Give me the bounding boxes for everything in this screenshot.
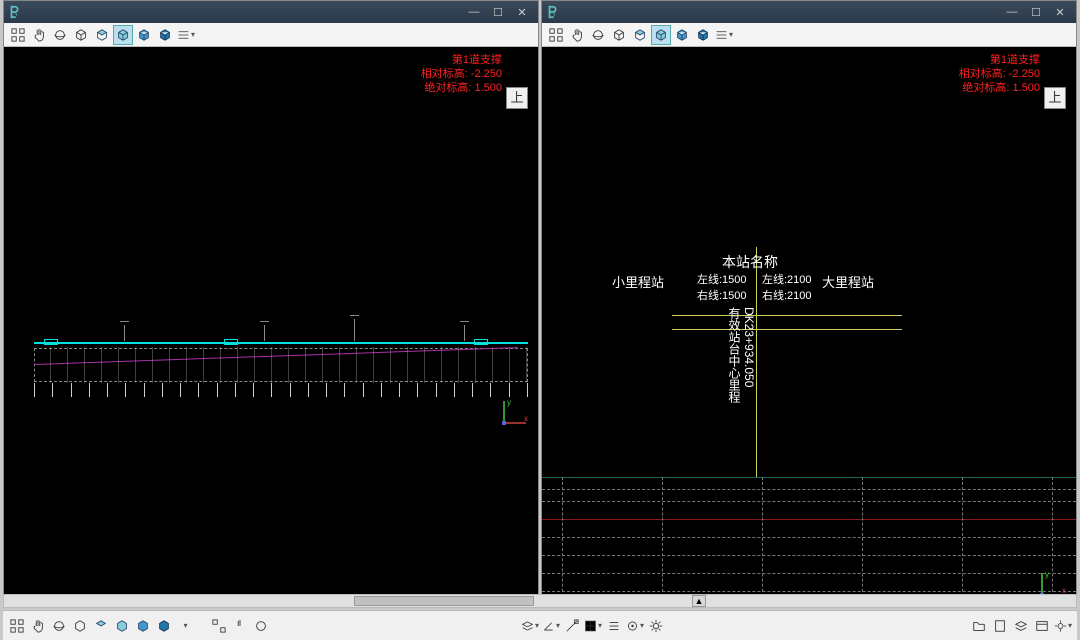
cube-front-icon[interactable] — [609, 25, 629, 45]
info-line2: 相对标高: -2.250 — [959, 67, 1040, 81]
station-name-label: 本站名称 — [722, 252, 778, 272]
snap-target-icon[interactable] — [625, 616, 645, 636]
center-mileage-label: 有效站台中心里程 — [726, 307, 743, 403]
info-line3: 绝对标高: 1.500 — [421, 81, 502, 95]
mileage-value: DK23+934.050 — [742, 307, 756, 387]
view-fit-icon[interactable] — [8, 25, 28, 45]
view-more-dropdown[interactable] — [714, 25, 734, 45]
layers-icon[interactable] — [1011, 616, 1031, 636]
sheet-icon[interactable] — [990, 616, 1010, 636]
right-viewport[interactable]: 第1道支撑 相对标高: -2.250 绝对标高: 1.500 上 本站名称 小里… — [542, 47, 1076, 607]
minimize-button[interactable]: — — [1000, 3, 1024, 21]
left-line-bot: 右线:1500 — [697, 287, 747, 303]
cube-side-icon[interactable] — [112, 616, 132, 636]
window-icon[interactable] — [1032, 616, 1052, 636]
info-line3: 绝对标高: 1.500 — [959, 81, 1040, 95]
bottom-center-tools — [520, 616, 666, 636]
snap-angle-icon[interactable] — [541, 616, 561, 636]
cube-side-icon[interactable] — [113, 25, 133, 45]
info-line1: 第1道支撑 — [959, 53, 1040, 67]
right-view-cube[interactable]: 上 — [1044, 87, 1066, 109]
left-pane: — ☐ ✕ 第1道支撑 相对标高: -2.250 绝对标高: 1.500 上 — [3, 0, 539, 608]
cube-top-icon[interactable] — [630, 25, 650, 45]
horizontal-scrollbar[interactable]: ▲ — [3, 594, 1077, 608]
pan-icon[interactable] — [28, 616, 48, 636]
cube-front-icon[interactable] — [71, 25, 91, 45]
section-ticks — [34, 383, 528, 401]
scroll-thumb[interactable] — [354, 596, 534, 606]
folder-icon[interactable] — [969, 616, 989, 636]
station-axis-vertical — [756, 247, 757, 477]
pan-icon[interactable] — [29, 25, 49, 45]
app-logo-icon — [546, 5, 560, 19]
view-more-dropdown[interactable] — [175, 616, 195, 636]
big-station-label: 大里程站 — [822, 272, 874, 291]
minimize-button[interactable]: — — [462, 3, 486, 21]
station-axis-h2 — [672, 329, 902, 330]
settings-gear-icon[interactable] — [1053, 616, 1073, 636]
snap-grid-icon[interactable] — [583, 616, 603, 636]
left-overlay-info: 第1道支撑 相对标高: -2.250 绝对标高: 1.500 — [421, 53, 502, 95]
app-logo-icon — [8, 5, 22, 19]
cube-side-icon[interactable] — [651, 25, 671, 45]
right-line-top: 左线:2100 — [762, 271, 812, 287]
orbit-icon[interactable] — [588, 25, 608, 45]
right-overlay-info: 第1道支撑 相对标高: -2.250 绝对标高: 1.500 — [959, 53, 1040, 95]
cube-solid-icon[interactable] — [154, 616, 174, 636]
left-viewport[interactable]: 第1道支撑 相对标高: -2.250 绝对标高: 1.500 上 — [4, 47, 538, 607]
left-titlebar: — ☐ ✕ — [4, 1, 538, 23]
lower-grid — [542, 477, 1076, 607]
left-toolbar — [4, 23, 538, 47]
info-line1: 第1道支撑 — [421, 53, 502, 67]
pan-icon[interactable] — [230, 616, 250, 636]
snap-layers-icon[interactable] — [520, 616, 540, 636]
view-fit-icon[interactable] — [209, 616, 229, 636]
snap-list-icon[interactable] — [604, 616, 624, 636]
right-titlebar: — ☐ ✕ — [542, 1, 1076, 23]
left-coord-axes: x y — [500, 397, 530, 427]
bottom-right-tools — [965, 616, 1077, 636]
view-more-dropdown[interactable] — [176, 25, 196, 45]
cube-top-icon[interactable] — [91, 616, 111, 636]
snap-endpoint-icon[interactable] — [562, 616, 582, 636]
svg-text:y: y — [507, 398, 511, 407]
bottom-left-tools — [3, 616, 275, 636]
view-fit-icon[interactable] — [7, 616, 27, 636]
pan-icon[interactable] — [567, 25, 587, 45]
bottom-statusbar — [3, 610, 1077, 640]
cube-front-icon[interactable] — [70, 616, 90, 636]
section-hatch — [34, 347, 528, 383]
orbit-icon[interactable] — [50, 25, 70, 45]
orbit-icon[interactable] — [49, 616, 69, 636]
workspace: — ☐ ✕ 第1道支撑 相对标高: -2.250 绝对标高: 1.500 上 — [3, 0, 1077, 608]
right-toolbar — [542, 23, 1076, 47]
cube-iso-icon[interactable] — [133, 616, 153, 636]
close-button[interactable]: ✕ — [1048, 3, 1072, 21]
cube-iso-icon[interactable] — [134, 25, 154, 45]
svg-text:y: y — [1045, 570, 1049, 579]
right-line-bot: 右线:2100 — [762, 287, 812, 303]
svg-text:x: x — [524, 414, 528, 423]
small-station-label: 小里程站 — [612, 272, 664, 291]
view-fit-icon[interactable] — [546, 25, 566, 45]
cube-solid-icon[interactable] — [693, 25, 713, 45]
cube-solid-icon[interactable] — [155, 25, 175, 45]
orbit-icon[interactable] — [251, 616, 271, 636]
maximize-button[interactable]: ☐ — [1024, 3, 1048, 21]
left-view-cube[interactable]: 上 — [506, 87, 528, 109]
left-line-top: 左线:1500 — [697, 271, 747, 287]
scroll-up-arrow[interactable]: ▲ — [692, 595, 706, 607]
station-axis-horizontal — [672, 315, 902, 316]
snap-gear-icon[interactable] — [646, 616, 666, 636]
cube-top-icon[interactable] — [92, 25, 112, 45]
maximize-button[interactable]: ☐ — [486, 3, 510, 21]
right-pane: — ☐ ✕ 第1道支撑 相对标高: -2.250 绝对标高: 1.500 上 — [541, 0, 1077, 608]
cube-iso-icon[interactable] — [672, 25, 692, 45]
info-line2: 相对标高: -2.250 — [421, 67, 502, 81]
close-button[interactable]: ✕ — [510, 3, 534, 21]
